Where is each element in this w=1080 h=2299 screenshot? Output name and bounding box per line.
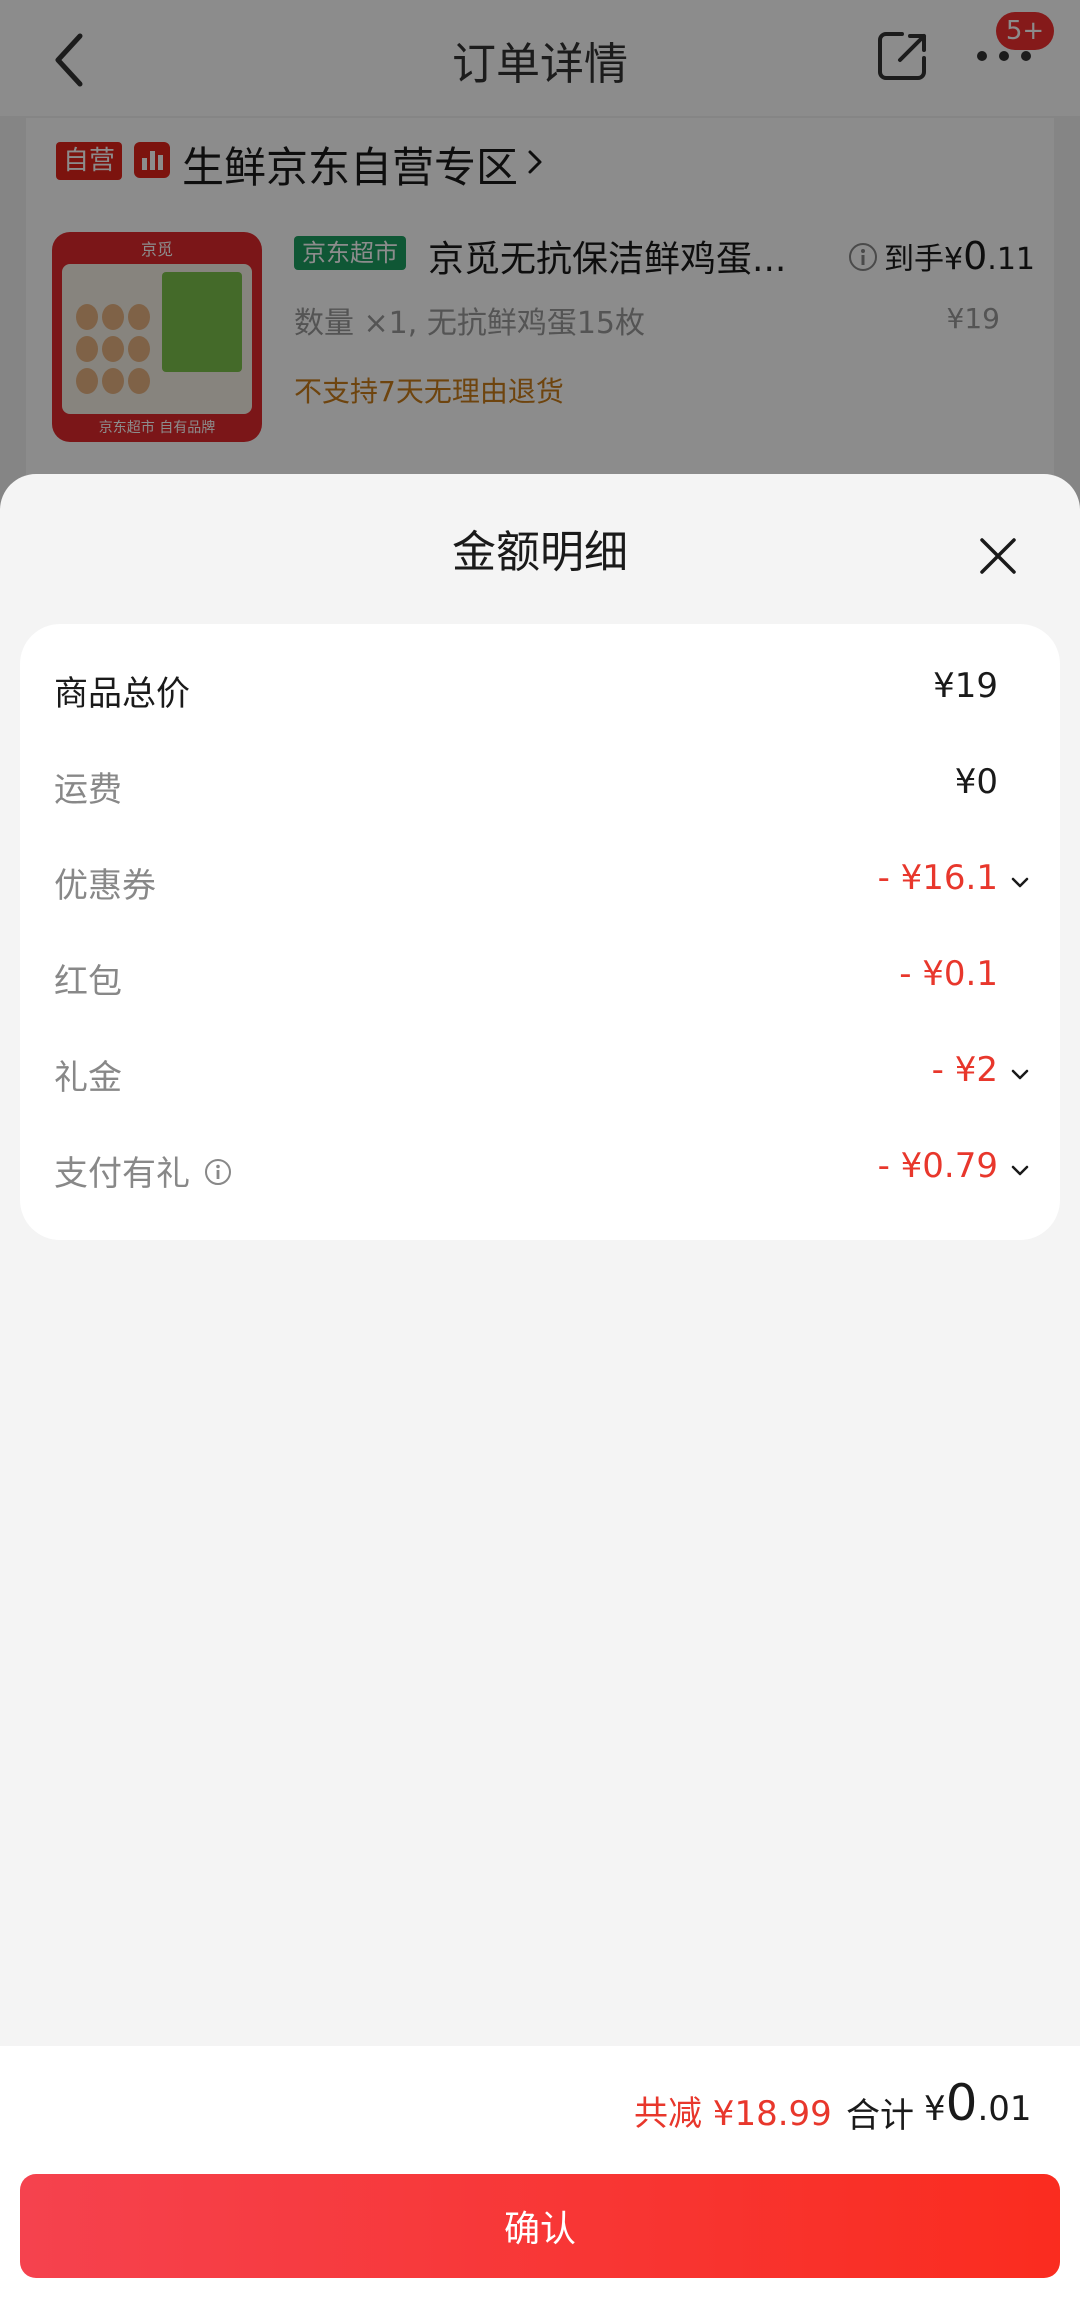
confirm-button[interactable]: 确认 bbox=[20, 2174, 1060, 2278]
total-saved: 共减 ¥18.99 bbox=[634, 2094, 832, 2134]
total-amount: ¥0.01 bbox=[924, 2074, 1032, 2132]
row-value: ¥0 bbox=[954, 762, 998, 802]
sheet-title: 金额明细 bbox=[452, 527, 628, 578]
total-label: 合计 bbox=[846, 2096, 914, 2136]
close-icon[interactable] bbox=[976, 534, 1020, 578]
row-value: - ¥2 bbox=[931, 1050, 998, 1090]
row-gift-money[interactable]: 礼金 - ¥2 bbox=[20, 1026, 1060, 1122]
chevron-down-icon[interactable] bbox=[1010, 876, 1030, 890]
chevron-down-icon[interactable] bbox=[1010, 1068, 1030, 1082]
bottom-action-bar: 共减 ¥18.99 合计 ¥0.01 确认 bbox=[0, 2046, 1080, 2299]
row-label: 红包 bbox=[54, 962, 122, 1002]
info-icon[interactable] bbox=[204, 1158, 232, 1186]
row-value: - ¥16.1 bbox=[877, 858, 998, 898]
row-label: 支付有礼 bbox=[54, 1154, 190, 1194]
row-label: 运费 bbox=[54, 770, 122, 810]
amount-detail-card: 商品总价 ¥19 运费 ¥0 优惠券 - ¥16.1 红包 - ¥0.1 礼金 … bbox=[20, 624, 1060, 1240]
total-currency: ¥ bbox=[924, 2089, 946, 2129]
row-label: 优惠券 bbox=[54, 866, 156, 906]
row-red-packet: 红包 - ¥0.1 bbox=[20, 930, 1060, 1026]
row-coupon[interactable]: 优惠券 - ¥16.1 bbox=[20, 834, 1060, 930]
row-value: ¥19 bbox=[933, 666, 998, 706]
total-int: 0 bbox=[945, 2074, 978, 2132]
total-dec: .01 bbox=[977, 2089, 1032, 2129]
row-label: 礼金 bbox=[54, 1058, 122, 1098]
row-value: - ¥0.1 bbox=[899, 954, 998, 994]
row-payment-gift[interactable]: 支付有礼 - ¥0.79 bbox=[20, 1122, 1060, 1218]
row-label: 商品总价 bbox=[54, 674, 190, 714]
chevron-down-icon[interactable] bbox=[1010, 1164, 1030, 1178]
row-subtotal: 商品总价 ¥19 bbox=[20, 642, 1060, 738]
row-shipping: 运费 ¥0 bbox=[20, 738, 1060, 834]
amount-detail-sheet: 金额明细 商品总价 ¥19 运费 ¥0 优惠券 - ¥16.1 红包 - ¥0.… bbox=[0, 474, 1080, 2299]
row-value: - ¥0.79 bbox=[877, 1146, 998, 1186]
